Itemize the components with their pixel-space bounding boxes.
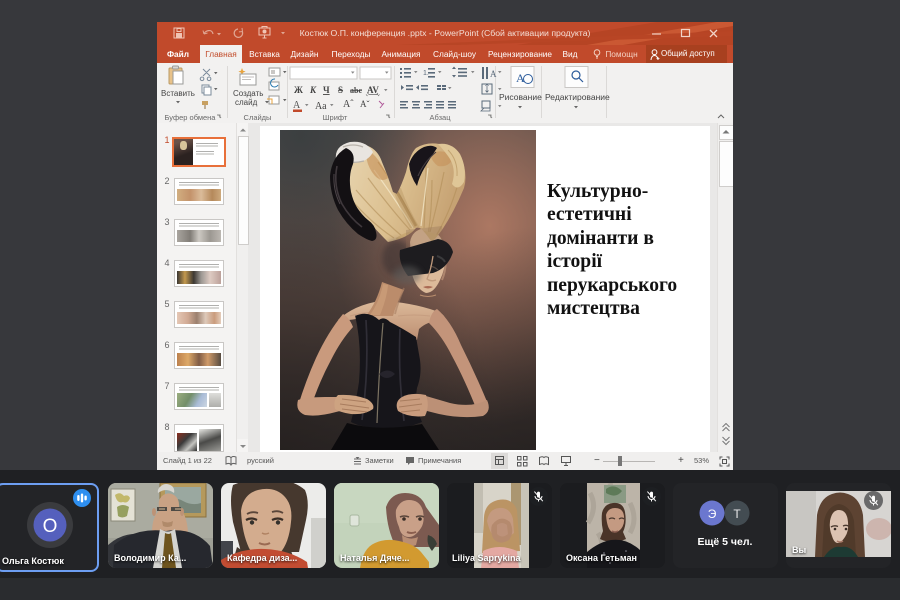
svg-text:Т: Т <box>733 507 741 521</box>
svg-text:S: S <box>338 85 343 95</box>
svg-text:Создать: Создать <box>233 89 263 98</box>
svg-text:Аˇ: Аˇ <box>360 99 370 109</box>
svg-text:О: О <box>43 516 58 537</box>
svg-text:Аˆ: Аˆ <box>343 99 354 110</box>
svg-text:А: А <box>293 100 301 111</box>
svg-text:К: К <box>309 85 317 95</box>
svg-text:Ещё 5 чел.: Ещё 5 чел. <box>698 536 753 548</box>
svg-text:Вставить: Вставить <box>161 89 195 98</box>
svg-text:Рисование: Рисование <box>499 92 542 102</box>
svg-text:слайд: слайд <box>235 98 258 107</box>
svg-text:abc: abc <box>350 86 362 95</box>
svg-text:Ч: Ч <box>323 85 330 95</box>
svg-text:Аа: Аа <box>315 101 327 112</box>
svg-text:A: A <box>490 69 497 79</box>
svg-text:Редактирование: Редактирование <box>545 92 610 102</box>
svg-text:Э: Э <box>708 507 717 521</box>
svg-text:Ж: Ж <box>294 85 303 95</box>
